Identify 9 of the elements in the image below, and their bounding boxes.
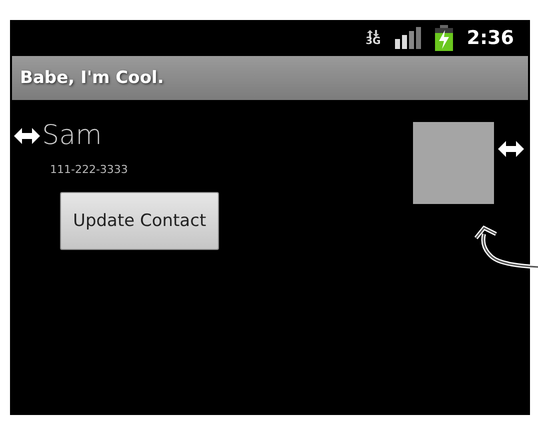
clock-time: 2:36 [466, 27, 514, 49]
contact-phone: 111-222-3333 [50, 163, 129, 176]
contact-name: Sam [42, 120, 102, 151]
resize-arrows-icon [14, 126, 40, 144]
update-contact-button[interactable]: Update Contact [60, 192, 220, 250]
app-title: Babe, I'm Cool. [20, 68, 164, 88]
signal-icon [394, 27, 421, 49]
battery-charging-icon [434, 25, 453, 51]
resize-arrows-icon [498, 140, 524, 158]
